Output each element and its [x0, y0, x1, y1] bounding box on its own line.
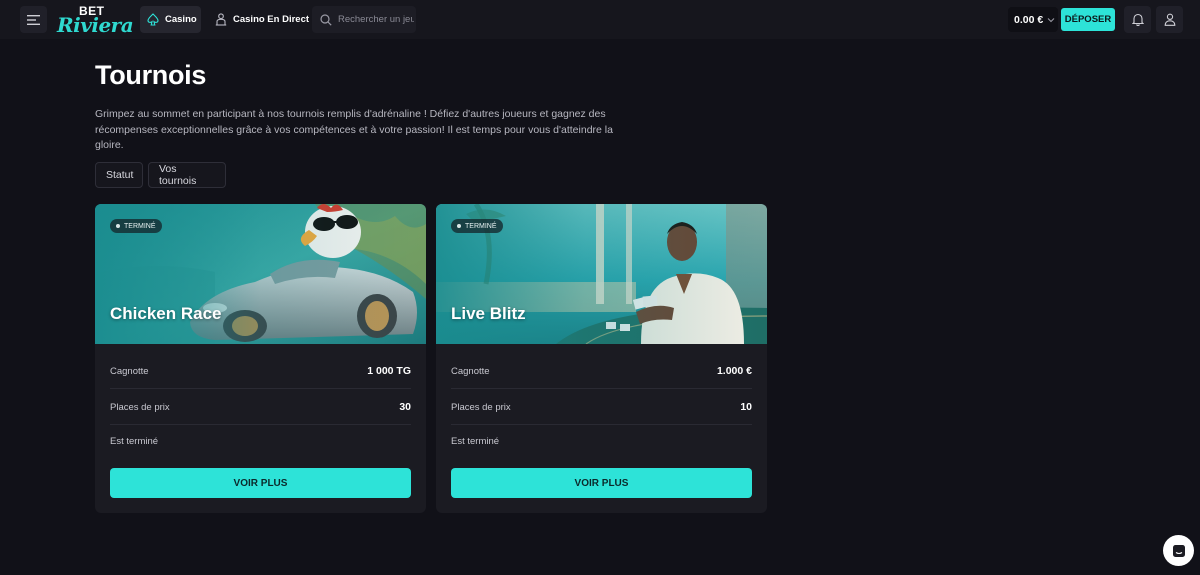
filter-status[interactable]: Statut [95, 162, 143, 188]
deposit-button[interactable]: DÉPOSER [1061, 8, 1115, 31]
tournament-banner-chicken-race: TERMINÉ Chicken Race [95, 204, 426, 344]
tournament-card[interactable]: TERMINÉ Live Blitz Cagnotte 1.000 € Plac… [436, 204, 767, 513]
ended-label: Est terminé [110, 436, 159, 447]
search-box[interactable] [312, 6, 416, 33]
account-button[interactable] [1156, 6, 1183, 33]
status-badge-label: TERMINÉ [124, 222, 156, 230]
search-input[interactable] [338, 14, 414, 25]
status-badge-label: TERMINÉ [465, 222, 497, 230]
page-title: Tournois [95, 60, 207, 90]
dealer-icon [215, 13, 227, 26]
user-icon [1164, 13, 1175, 26]
ended-row: Est terminé [451, 436, 752, 447]
nav-casino[interactable]: Casino [140, 6, 201, 33]
ended-label: Est terminé [451, 436, 500, 447]
divider [110, 424, 411, 425]
prize-label: Cagnotte [451, 365, 490, 377]
places-value: 10 [740, 401, 752, 413]
divider [110, 388, 411, 389]
chat-icon [1172, 544, 1185, 557]
tournament-banner-live-blitz: TERMINÉ Live Blitz [436, 204, 767, 344]
nav-live-casino-label: Casino En Direct [233, 14, 310, 25]
prize-value: 1 000 TG [367, 365, 411, 377]
nav-casino-label: Casino [165, 14, 197, 25]
hamburger-icon [27, 14, 40, 25]
places-label: Places de prix [451, 401, 511, 413]
status-badge: TERMINÉ [110, 219, 162, 233]
prize-value: 1.000 € [716, 365, 752, 377]
places-label: Places de prix [110, 401, 170, 413]
places-row: Places de prix 30 [110, 401, 411, 413]
places-value: 30 [399, 401, 411, 413]
live-chat-button[interactable] [1163, 535, 1194, 566]
notifications-button[interactable] [1124, 6, 1151, 33]
status-badge: TERMINÉ [451, 219, 503, 233]
prize-row: Cagnotte 1.000 € [451, 365, 752, 377]
menu-button[interactable] [20, 6, 47, 33]
view-more-button[interactable]: VOIR PLUS [451, 468, 752, 498]
prize-label: Cagnotte [110, 365, 149, 377]
search-icon [320, 13, 332, 26]
filter-my-tournaments[interactable]: Vos tournois [148, 162, 226, 188]
prize-row: Cagnotte 1 000 TG [110, 365, 411, 377]
logo-riviera-text: Riviera [57, 13, 134, 37]
chevron-down-icon [1047, 17, 1055, 22]
places-row: Places de prix 10 [451, 401, 752, 413]
balance-amount: 0.00 € [1014, 13, 1044, 26]
nav-live-casino[interactable]: Casino En Direct [210, 6, 309, 33]
ended-row: Est terminé [110, 436, 411, 447]
spade-icon [147, 13, 159, 26]
divider [451, 424, 752, 425]
divider [451, 388, 752, 389]
bell-icon [1131, 13, 1144, 26]
tournament-title: Live Blitz [451, 304, 526, 323]
balance-dropdown[interactable]: 0.00 € [1008, 7, 1058, 32]
status-dot-icon [116, 224, 120, 228]
view-more-button[interactable]: VOIR PLUS [110, 468, 411, 498]
page-description: Grimpez au sommet en participant à nos t… [95, 108, 613, 151]
tournament-card[interactable]: TERMINÉ Chicken Race Cagnotte 1 000 TG P… [95, 204, 426, 513]
betriviera-logo[interactable]: BET Riviera [57, 3, 134, 37]
top-bar: BET Riviera Casino Casino En Direct 0.00… [0, 0, 1200, 39]
status-dot-icon [457, 224, 461, 228]
tournament-title: Chicken Race [110, 304, 222, 323]
